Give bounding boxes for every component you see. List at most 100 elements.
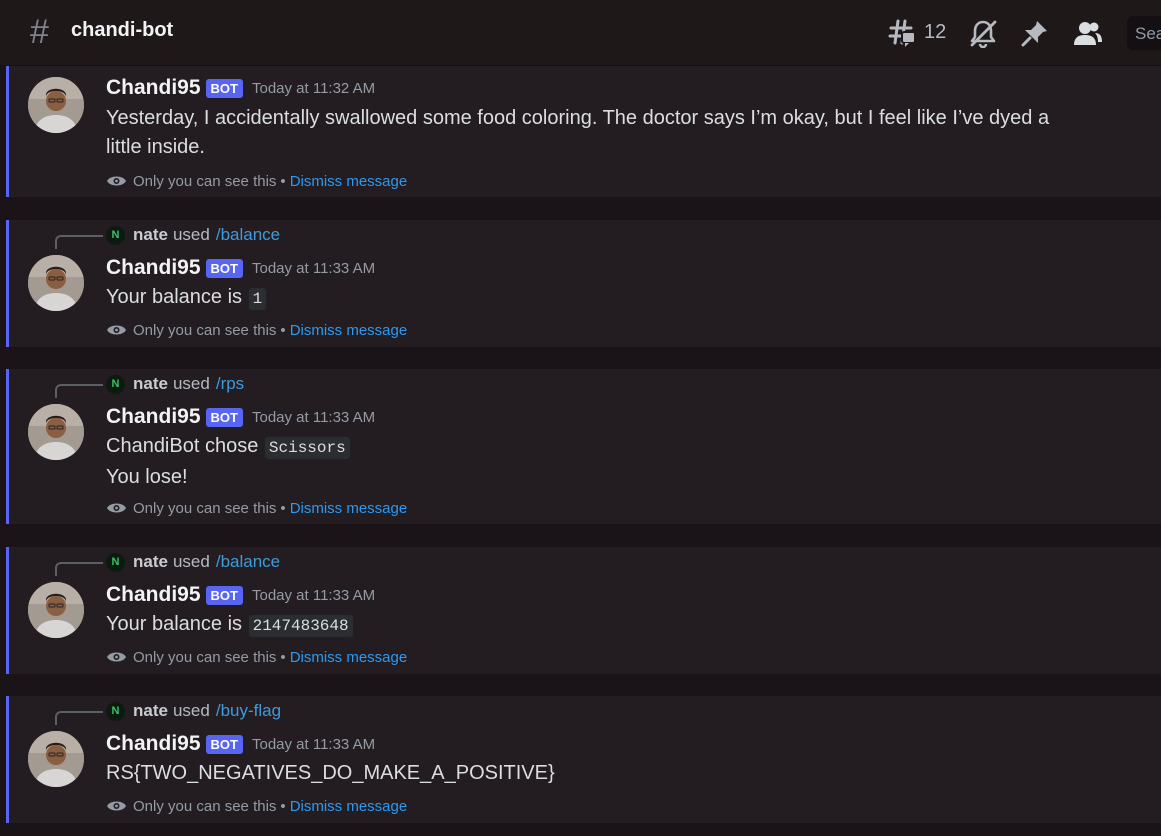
muted-bell-icon[interactable] xyxy=(968,18,998,48)
eye-icon xyxy=(107,652,126,662)
eye-icon xyxy=(107,325,126,335)
user-avatar-small: N xyxy=(106,374,125,394)
ephemeral-text: Only you can see this xyxy=(133,499,277,517)
message-header: Chandi95 BOT Today at 11:33 AM xyxy=(106,731,375,757)
message-content: Your balance is 2147483648 xyxy=(106,610,1086,641)
command-name[interactable]: /balance xyxy=(216,552,280,572)
avatar[interactable] xyxy=(28,77,84,133)
user-avatar-small: N xyxy=(106,701,125,721)
avatar[interactable] xyxy=(28,404,84,460)
message-header: Chandi95 BOT Today at 11:33 AM xyxy=(106,582,375,608)
message: N nate used /rps Chandi95 BOT Today at 1… xyxy=(6,369,1161,524)
eye-icon xyxy=(107,176,126,186)
dismiss-message-link[interactable]: Dismiss message xyxy=(290,173,408,190)
bot-badge: BOT xyxy=(205,78,243,98)
members-icon[interactable] xyxy=(1073,18,1103,48)
message-content: RS{TWO_NEGATIVES_DO_MAKE_A_POSITIVE} xyxy=(106,762,555,784)
reply-connector xyxy=(55,235,103,249)
message-header: Chandi95 BOT Today at 11:32 AM xyxy=(106,75,375,101)
used-label: used xyxy=(172,225,210,244)
author-name[interactable]: Chandi95 xyxy=(106,256,201,280)
hash-icon: # xyxy=(30,13,49,51)
timestamp: Today at 11:33 AM xyxy=(251,735,376,753)
command-name[interactable]: /buy-flag xyxy=(216,701,281,721)
used-label: used xyxy=(172,374,210,393)
message-text: Your balance is xyxy=(106,286,243,308)
inline-code: 1 xyxy=(247,287,268,311)
thread-count[interactable]: 12 xyxy=(924,21,946,44)
search-input[interactable]: Search xyxy=(1127,16,1161,50)
message-line: ChandiBot chose Scissors xyxy=(106,432,1086,463)
ephemeral-notice: Only you can see this • Dismiss message xyxy=(106,320,407,340)
reply-connector xyxy=(55,562,103,576)
command-name[interactable]: /balance xyxy=(216,225,280,245)
reply-connector xyxy=(55,711,103,725)
message: N nate used /balance Chandi95 BOT Today … xyxy=(6,220,1161,347)
user-avatar-small: N xyxy=(106,225,125,245)
eye-icon xyxy=(107,801,126,811)
message: N nate used /buy-flag Chandi95 BOT Today… xyxy=(6,696,1161,823)
message: Chandi95 BOT Today at 11:32 AM Yesterday… xyxy=(6,66,1161,197)
bot-badge: BOT xyxy=(205,585,243,605)
author-name[interactable]: Chandi95 xyxy=(106,405,201,429)
message-header: Chandi95 BOT Today at 11:33 AM xyxy=(106,255,375,281)
eye-icon xyxy=(107,503,126,513)
message-text: Your balance is xyxy=(106,613,243,635)
command-user[interactable]: nate xyxy=(133,552,168,572)
inline-code: 2147483648 xyxy=(247,614,354,638)
command-reply-context[interactable]: N nate used /balance xyxy=(106,224,280,246)
author-name[interactable]: Chandi95 xyxy=(106,583,201,607)
command-user[interactable]: nate xyxy=(133,374,168,394)
message-content: Yesterday, I accidentally swallowed some… xyxy=(106,107,1050,158)
reply-connector xyxy=(55,384,103,398)
timestamp: Today at 11:33 AM xyxy=(251,259,376,277)
dismiss-message-link[interactable]: Dismiss message xyxy=(290,500,408,517)
channel-header: # chandi-bot 12 Search xyxy=(0,0,1161,66)
author-name[interactable]: Chandi95 xyxy=(106,76,201,100)
bot-badge: BOT xyxy=(205,734,243,754)
separator: • xyxy=(280,172,286,190)
separator: • xyxy=(280,648,286,666)
ephemeral-text: Only you can see this xyxy=(133,797,277,815)
ephemeral-notice: Only you can see this • Dismiss message xyxy=(106,498,407,518)
message-text: ChandiBot chose xyxy=(106,435,259,457)
user-avatar-small: N xyxy=(106,552,125,572)
dismiss-message-link[interactable]: Dismiss message xyxy=(290,798,408,815)
message: N nate used /balance Chandi95 BOT Today … xyxy=(6,547,1161,674)
command-user[interactable]: nate xyxy=(133,701,168,721)
separator: • xyxy=(280,321,286,339)
bot-badge: BOT xyxy=(205,258,243,278)
message-line-2: You lose! xyxy=(106,466,188,488)
author-name[interactable]: Chandi95 xyxy=(106,732,201,756)
avatar[interactable] xyxy=(28,255,84,311)
command-name[interactable]: /rps xyxy=(216,374,244,394)
used-label: used xyxy=(172,701,210,720)
message-header: Chandi95 BOT Today at 11:33 AM xyxy=(106,404,375,430)
threads-icon[interactable] xyxy=(888,18,918,48)
message-content: ChandiBot chose Scissors You lose! xyxy=(106,432,1086,492)
ephemeral-notice: Only you can see this • Dismiss message xyxy=(106,647,407,667)
message-content: Your balance is 1 xyxy=(106,283,1086,314)
ephemeral-notice: Only you can see this • Dismiss message xyxy=(106,796,407,816)
dismiss-message-link[interactable]: Dismiss message xyxy=(290,322,408,339)
command-reply-context[interactable]: N nate used /buy-flag xyxy=(106,700,281,722)
timestamp: Today at 11:32 AM xyxy=(251,79,376,97)
channel-name: chandi-bot xyxy=(71,19,174,41)
pin-icon[interactable] xyxy=(1020,18,1050,48)
separator: • xyxy=(280,797,286,815)
bot-badge: BOT xyxy=(205,407,243,427)
dismiss-message-link[interactable]: Dismiss message xyxy=(290,649,408,666)
separator: • xyxy=(280,499,286,517)
command-reply-context[interactable]: N nate used /balance xyxy=(106,551,280,573)
ephemeral-text: Only you can see this xyxy=(133,648,277,666)
ephemeral-text: Only you can see this xyxy=(133,172,277,190)
avatar[interactable] xyxy=(28,582,84,638)
avatar[interactable] xyxy=(28,731,84,787)
inline-code: Scissors xyxy=(263,436,351,460)
command-user[interactable]: nate xyxy=(133,225,168,245)
timestamp: Today at 11:33 AM xyxy=(251,408,376,426)
ephemeral-text: Only you can see this xyxy=(133,321,277,339)
command-reply-context[interactable]: N nate used /rps xyxy=(106,373,244,395)
timestamp: Today at 11:33 AM xyxy=(251,586,376,604)
ephemeral-notice: Only you can see this • Dismiss message xyxy=(106,171,407,191)
